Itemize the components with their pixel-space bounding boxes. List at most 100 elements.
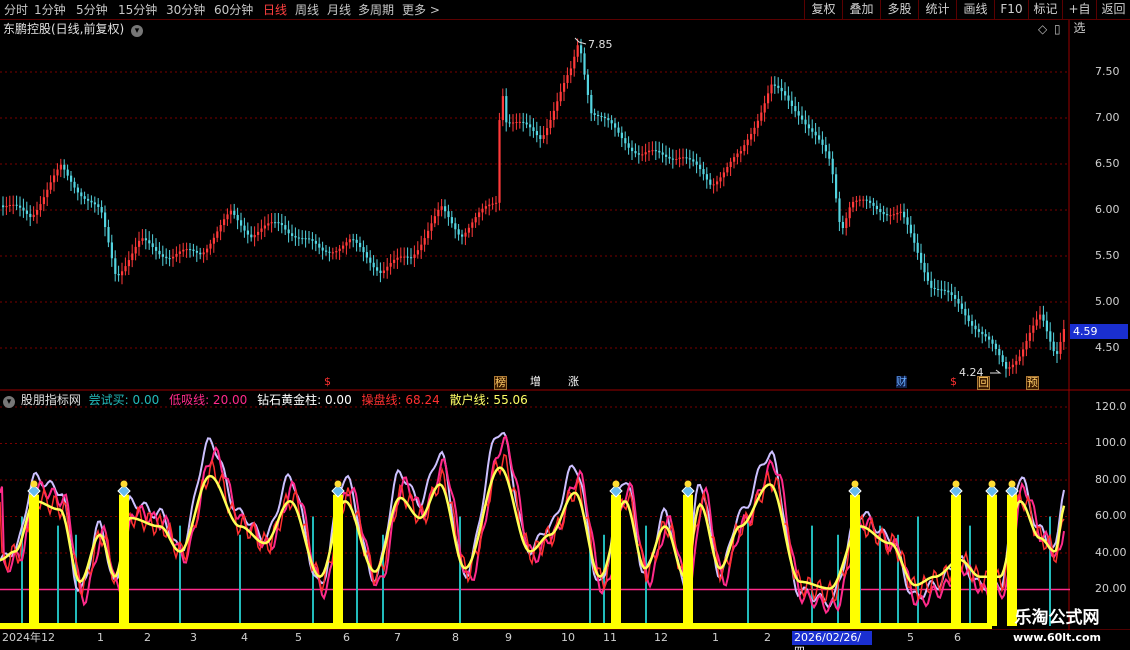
back-button[interactable]: 返回 — [1096, 0, 1130, 20]
candle-body — [573, 56, 576, 69]
period-tab-1min[interactable]: 1分钟 — [34, 1, 66, 19]
candle-body — [848, 207, 851, 219]
candle-body — [719, 177, 722, 182]
candle-body — [974, 325, 977, 330]
candle-body — [161, 254, 164, 257]
candle-body — [223, 219, 226, 226]
event-marker-buyback[interactable]: 回 — [977, 376, 990, 390]
mark-button[interactable]: 标记 — [1028, 0, 1062, 20]
candle-body — [546, 128, 549, 136]
period-tab-weekly[interactable]: 周线 — [295, 1, 319, 19]
candle-body — [209, 243, 212, 249]
event-marker-rise[interactable]: 涨 — [568, 376, 579, 388]
candle-body — [1045, 320, 1048, 332]
candle-body — [284, 225, 287, 230]
event-marker-dividend[interactable]: $ — [950, 376, 957, 388]
candle-body — [981, 331, 984, 335]
candle-body — [508, 122, 511, 124]
candle-body — [668, 156, 671, 159]
period-tab-60min[interactable]: 60分钟 — [214, 1, 253, 19]
candle-body — [903, 211, 906, 218]
chevron-down-icon[interactable]: ▾ — [3, 396, 15, 408]
candle-body — [420, 244, 423, 251]
candle-body — [1025, 340, 1028, 350]
candle-body — [467, 227, 470, 233]
event-marker-finance[interactable]: 财 — [896, 376, 907, 388]
chart-canvas[interactable] — [0, 20, 1130, 630]
add-watchlist-button[interactable]: +自选 — [1062, 0, 1096, 35]
candle-body — [454, 223, 457, 230]
candle-body — [763, 103, 766, 113]
stats-button[interactable]: 统计 — [918, 0, 956, 20]
diamond-icon[interactable]: ◇ — [1038, 22, 1047, 36]
candle-body — [233, 210, 236, 215]
draw-button[interactable]: 画线 — [956, 0, 994, 20]
candle-body — [512, 122, 515, 124]
event-marker-increase[interactable]: 增 — [530, 376, 541, 388]
candle-body — [253, 234, 256, 238]
candle-body — [308, 238, 311, 240]
candle-body — [478, 212, 481, 218]
candle-body — [637, 153, 640, 155]
period-tab-15min[interactable]: 15分钟 — [118, 1, 157, 19]
candle-body — [855, 200, 858, 202]
f10-button[interactable]: F10 — [994, 0, 1028, 20]
candle-body — [729, 161, 732, 168]
candle-body — [199, 252, 202, 255]
legend-low-buy: 低吸线: 20.00 — [169, 393, 248, 407]
candle-body — [998, 349, 1001, 356]
date-axis-label: 12 — [654, 631, 668, 644]
high-price-label: 7.85 — [588, 38, 613, 51]
adjust-button[interactable]: 复权 — [804, 0, 842, 20]
candle-body — [865, 199, 868, 201]
candle-body — [73, 181, 76, 188]
indicator-axis-label: 80.00 — [1095, 473, 1127, 486]
candle-body — [461, 234, 464, 237]
candle-body — [1032, 325, 1035, 333]
period-tab-30min[interactable]: 30分钟 — [166, 1, 205, 19]
candle-body — [746, 139, 749, 146]
gold-dot — [952, 480, 960, 488]
candle-body — [753, 127, 756, 134]
candle-body — [185, 249, 188, 251]
event-marker-forecast[interactable]: 预 — [1026, 376, 1039, 390]
period-tab-5min[interactable]: 5分钟 — [76, 1, 108, 19]
candle-body — [464, 232, 467, 237]
candle-body — [348, 239, 351, 243]
period-tab-timeshare[interactable]: 分时 — [4, 1, 28, 19]
chevron-down-icon[interactable]: ▾ — [131, 25, 144, 37]
candle-body — [433, 216, 436, 224]
candle-body — [393, 259, 396, 263]
legend-retail-line: 散户线: 55.06 — [449, 393, 528, 407]
candle-body — [797, 111, 800, 116]
multi-stock-button[interactable]: 多股 — [880, 0, 918, 20]
candle-body — [971, 321, 974, 326]
candlestick-series[interactable] — [2, 37, 1065, 378]
candle-body — [219, 225, 222, 232]
candle-body — [450, 217, 453, 224]
candle-body — [539, 135, 542, 139]
period-tab-monthly[interactable]: 月线 — [327, 1, 351, 19]
overlay-button[interactable]: 叠加 — [842, 0, 880, 20]
period-tab-daily[interactable]: 日线 — [263, 1, 287, 19]
event-marker-dividend[interactable]: $ — [324, 376, 331, 388]
indicator-axis-label: 40.00 — [1095, 546, 1127, 559]
period-tab-multi[interactable]: 多周期 — [358, 1, 394, 19]
period-tab-more[interactable]: 更多 > — [402, 1, 440, 19]
candle-body — [294, 235, 297, 238]
indicator-series[interactable] — [0, 431, 1070, 629]
panel-icon[interactable]: ▯ — [1054, 22, 1061, 36]
candle-body — [685, 157, 688, 159]
candle-body — [355, 239, 358, 243]
price-axis-label: 7.50 — [1095, 65, 1120, 78]
candle-body — [1022, 349, 1025, 357]
event-marker-rank[interactable]: 榜 — [494, 376, 507, 390]
candle-body — [858, 199, 861, 201]
candle-body — [331, 252, 334, 254]
candle-body — [716, 181, 719, 185]
candle-body — [627, 143, 630, 148]
indicator-axis-label: 20.00 — [1095, 582, 1127, 595]
candle-body — [274, 222, 277, 224]
candle-body — [263, 225, 266, 229]
candle-body — [389, 262, 392, 267]
